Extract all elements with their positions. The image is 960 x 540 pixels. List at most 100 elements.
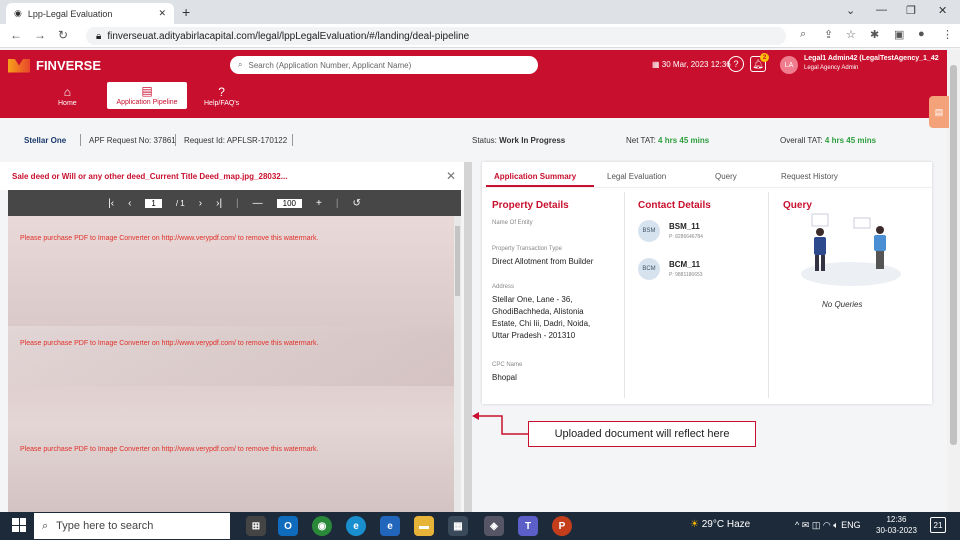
last-page-icon[interactable]: ›| <box>216 198 222 209</box>
tab-legal-evaluation[interactable]: Legal Evaluation <box>607 172 666 181</box>
edge-icon[interactable]: e <box>346 516 366 536</box>
bookmark-star-icon[interactable]: ☆ <box>846 28 856 41</box>
annotation-arrow <box>472 412 528 435</box>
file-explorer-icon[interactable]: ▬ <box>414 516 434 536</box>
teams-icon[interactable]: T <box>518 516 538 536</box>
home-icon: ⌂ <box>63 85 71 99</box>
powerpoint-icon[interactable]: P <box>552 516 572 536</box>
wifi-icon: ◠ <box>822 520 831 530</box>
close-document-icon[interactable]: ✕ <box>446 169 456 183</box>
help-circle-icon[interactable]: ? <box>728 56 744 72</box>
request-id: Request Id: APFLSR-170122 <box>184 136 288 145</box>
restore-button[interactable]: ❐ <box>906 4 916 17</box>
user-name[interactable]: Legal1 Admin42 (LegalTestAgency_1_42 <box>804 55 939 62</box>
clock-date: 30-03-2023 <box>876 526 917 535</box>
document-icon: ▤ <box>141 84 153 98</box>
divider <box>175 134 176 146</box>
transaction-value: Direct Allotment from Builder <box>492 257 594 266</box>
rotate-icon[interactable]: ↺ <box>352 198 360 209</box>
finverse-logo[interactable]: FINVERSE <box>8 58 101 73</box>
back-icon[interactable]: ← <box>10 28 22 42</box>
user-role: Legal Agency Admin <box>804 65 859 71</box>
system-tray[interactable]: ^ ✉ ◫ ◠ 🔈︎ ENG <box>795 520 861 531</box>
close-tab-icon[interactable]: ✕ <box>158 8 166 19</box>
profile-icon[interactable]: ● <box>918 28 925 40</box>
address-label: Address <box>492 284 515 290</box>
search-input[interactable]: ⌕ Search (Application Number, Applicant … <box>230 56 538 74</box>
volume-icon: 🔈︎ <box>833 520 839 530</box>
overall-tat-value: 4 hrs 45 mins <box>824 136 877 145</box>
sidepanel-icon[interactable]: ▣ <box>894 28 904 41</box>
weather-widget[interactable]: ☀ 29°C Haze <box>690 519 750 530</box>
minimize-button[interactable]: — <box>876 4 887 16</box>
reload-icon[interactable]: ↻ <box>58 28 68 42</box>
project-name: Stellar One <box>24 136 67 145</box>
chevron-down-icon[interactable]: ⌄ <box>846 4 855 17</box>
cpc-value: Bhopal <box>492 373 517 382</box>
outlook-icon[interactable]: O <box>278 516 298 536</box>
zoom-out-icon[interactable]: — <box>253 198 263 209</box>
new-tab-button[interactable]: + <box>182 4 190 20</box>
column-divider <box>768 192 769 398</box>
divider <box>292 134 293 146</box>
help-icon: ? <box>218 85 225 99</box>
extensions-icon[interactable]: ✱ <box>870 28 879 41</box>
close-window-button[interactable]: ✕ <box>938 4 947 17</box>
document-title: Sale deed or Will or any other deed_Curr… <box>12 172 288 181</box>
forward-icon[interactable]: → <box>34 28 46 42</box>
first-page-icon[interactable]: |‹ <box>108 198 114 209</box>
calendar-icon: ▦ <box>652 60 660 69</box>
chrome-icon[interactable]: ◉ <box>312 516 332 536</box>
page-total: / 1 <box>175 198 185 208</box>
net-tat-value: 4 hrs 45 mins <box>658 136 710 145</box>
contact-avatar: BCM <box>638 258 660 280</box>
zoom-input[interactable]: 100 <box>276 198 303 208</box>
browser-tab[interactable]: ◉ Lpp-Legal Evaluation ✕ <box>6 3 174 24</box>
document-preview <box>8 216 454 512</box>
tab-request-history[interactable]: Request History <box>781 172 838 181</box>
nav-home[interactable]: ⌂ Home <box>58 85 77 107</box>
avatar[interactable]: LA <box>780 56 798 74</box>
zoom-in-icon[interactable]: + <box>316 198 322 209</box>
search-icon: ⌕ <box>238 60 243 69</box>
contact-name: BSM_11 <box>669 222 700 231</box>
notification-center-icon[interactable]: 21 <box>930 517 946 533</box>
language-indicator[interactable]: ENG <box>841 520 861 530</box>
scanned-paper <box>8 326 454 386</box>
address-line: GhodiBachheda, Alistonia <box>492 307 584 316</box>
property-details-heading: Property Details <box>492 200 569 211</box>
zoom-icon[interactable]: ⌕ <box>800 28 806 41</box>
network-icon: ◫ <box>811 520 821 530</box>
chevron-up-icon[interactable]: ^ <box>795 520 799 530</box>
entity-label: Name Of Entity <box>492 220 533 226</box>
nav-application-pipeline[interactable]: ▤ Application Pipeline <box>107 82 187 109</box>
windows-start-icon[interactable] <box>12 518 26 532</box>
side-panel-toggle[interactable]: ▤ <box>929 96 949 128</box>
next-page-icon[interactable]: › <box>199 198 202 209</box>
search-placeholder: Search (Application Number, Applicant Na… <box>248 60 412 70</box>
calculator-icon[interactable]: ▦ <box>448 516 468 536</box>
watermark-text: Please purchase PDF to Image Converter o… <box>20 446 319 453</box>
status: Status: Work In Progress <box>472 136 566 145</box>
page-number-input[interactable]: 1 <box>145 198 162 208</box>
url-text: finverseuat.adityabirlacapital.com/legal… <box>107 30 470 42</box>
divider <box>80 134 81 146</box>
share-icon[interactable]: ⇪ <box>824 28 833 41</box>
document-scrollbar[interactable] <box>454 216 461 512</box>
net-tat: Net TAT: 4 hrs 45 mins <box>626 136 710 145</box>
task-view-icon[interactable]: ⊞ <box>246 516 266 536</box>
taskbar-clock[interactable]: 12:36 30-03-2023 <box>876 514 917 536</box>
contact-phone: P: 8286646784 <box>669 234 703 240</box>
url-field[interactable]: 🔒︎ finverseuat.adityabirlacapital.com/le… <box>86 27 786 45</box>
search-icon: ⌕ <box>42 519 49 532</box>
tab-query[interactable]: Query <box>715 172 737 181</box>
prev-page-icon[interactable]: ‹ <box>128 198 131 209</box>
ie-icon[interactable]: e <box>380 516 400 536</box>
menu-dots-icon[interactable]: ⋮ <box>942 28 953 41</box>
tab-application-summary[interactable]: Application Summary <box>494 172 576 181</box>
nav-help-faq[interactable]: ? Help/FAQ's <box>204 85 239 107</box>
network-app-icon[interactable]: ◈ <box>484 516 504 536</box>
taskbar-search-input[interactable]: ⌕ Type here to search <box>34 513 230 539</box>
panel-scrollbar[interactable] <box>464 162 472 512</box>
logo-text: FINVERSE <box>36 58 102 73</box>
